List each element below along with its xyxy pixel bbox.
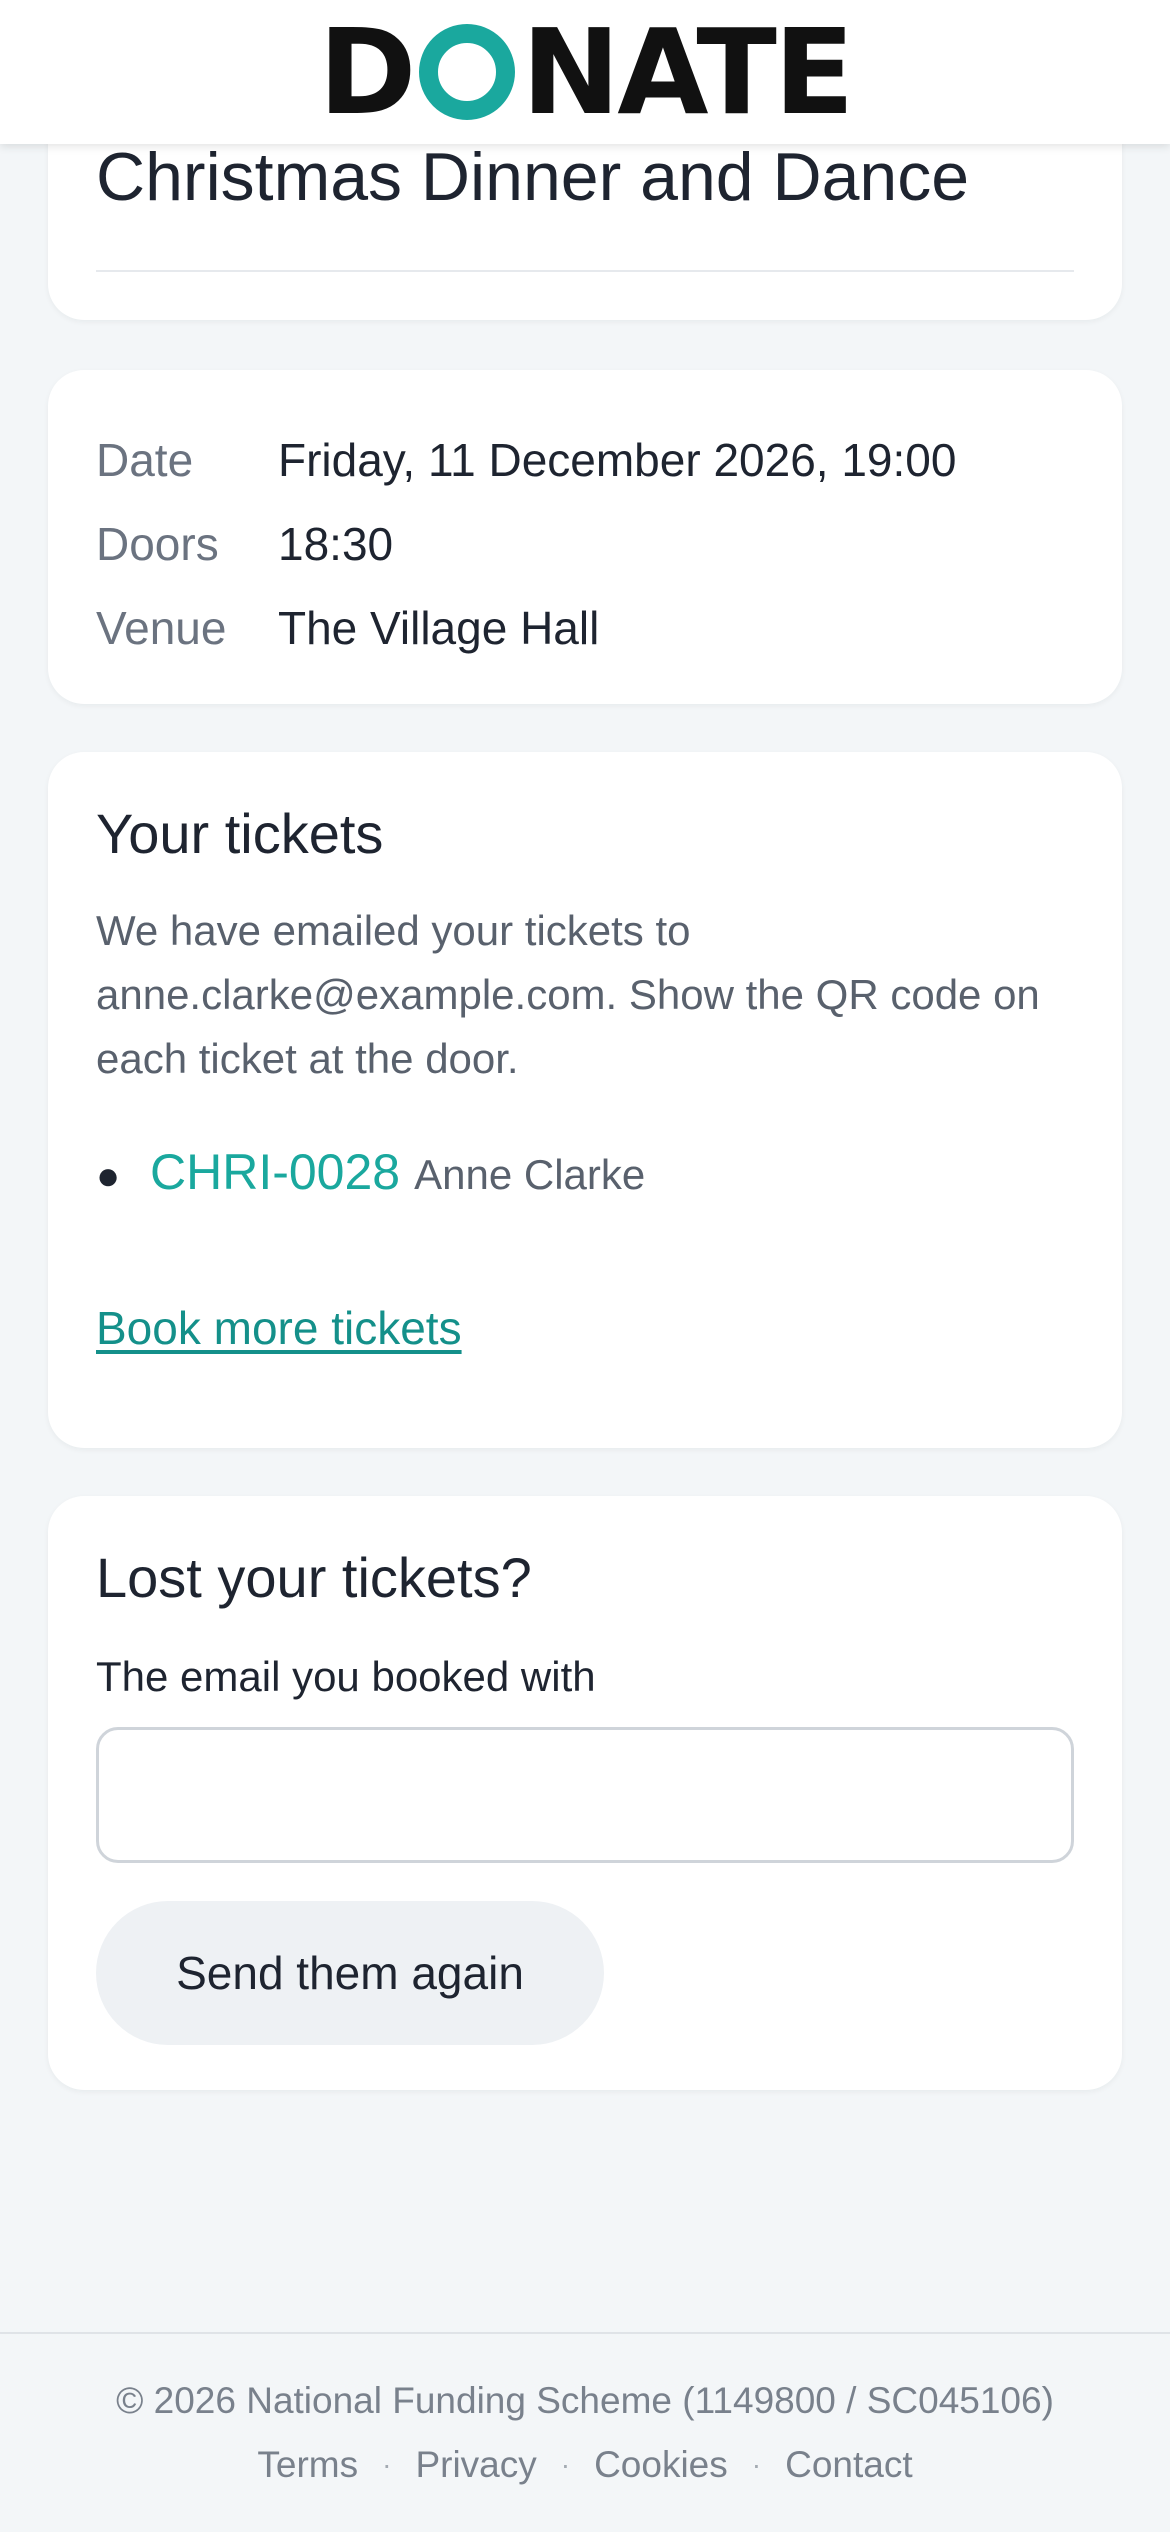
list-item: ● CHRI-0028 Anne Clarke [96, 1143, 1074, 1201]
send-again-button[interactable]: Send them again [96, 1901, 604, 2046]
book-more-tickets-link[interactable]: Book more tickets [96, 1301, 462, 1355]
donate-logo[interactable]: D NATE [318, 3, 855, 141]
lost-tickets-card: Lost your tickets? The email you booked … [48, 1496, 1122, 2090]
email-field-label: The email you booked with [96, 1653, 596, 1701]
separator: · [382, 2449, 392, 2480]
ticket-holder-name: Anne Clarke [414, 1151, 646, 1199]
logo-text-start: D [318, 3, 417, 141]
site-header: D NATE [0, 0, 1170, 144]
footer-link-privacy[interactable]: Privacy [415, 2444, 536, 2486]
page-title: Christmas Dinner and Dance [96, 139, 970, 215]
separator: · [560, 2449, 571, 2480]
footer-link-contact[interactable]: Contact [785, 2444, 913, 2486]
detail-row-date: Date Friday, 11 December 2026, 19:00 [96, 418, 1074, 502]
event-details-card: Date Friday, 11 December 2026, 19:00 Doo… [48, 370, 1122, 704]
copyright-text: © 2026 National Funding Scheme (1149800 … [116, 2380, 1054, 2421]
detail-row-venue: Venue The Village Hall [96, 586, 1074, 670]
ticket-code: CHRI-0028 [150, 1144, 401, 1201]
detail-row-doors: Doors 18:30 [96, 502, 1074, 586]
logo-text-end: NATE [521, 3, 854, 141]
separator: · [751, 2449, 762, 2480]
detail-value: 18:30 [278, 518, 394, 570]
email-field[interactable] [96, 1727, 1074, 1864]
your-tickets-card: Your tickets We have emailed your ticket… [48, 752, 1122, 1448]
tickets-intro: We have emailed your tickets to anne.cla… [96, 907, 1040, 1083]
bullet-icon: ● [96, 1154, 121, 1199]
logo-ring-icon [419, 24, 516, 120]
detail-label: Date [96, 434, 194, 486]
footer-nav: Terms · Privacy · Cookies · Contact [0, 2444, 1170, 2486]
detail-value: Friday, 11 December 2026, 19:00 [278, 434, 957, 486]
lost-tickets-heading: Lost your tickets? [96, 1546, 532, 1609]
footer-link-cookies[interactable]: Cookies [594, 2444, 728, 2486]
divider [96, 270, 1074, 272]
detail-label: Venue [96, 602, 227, 654]
detail-label: Doors [96, 518, 219, 570]
detail-value: The Village Hall [278, 602, 600, 654]
ticket-list: ● CHRI-0028 Anne Clarke [96, 1143, 1074, 1201]
footer-link-terms[interactable]: Terms [257, 2444, 358, 2486]
tickets-heading: Your tickets [96, 802, 384, 865]
site-footer: © 2026 National Funding Scheme (1149800 … [0, 2332, 1170, 2532]
